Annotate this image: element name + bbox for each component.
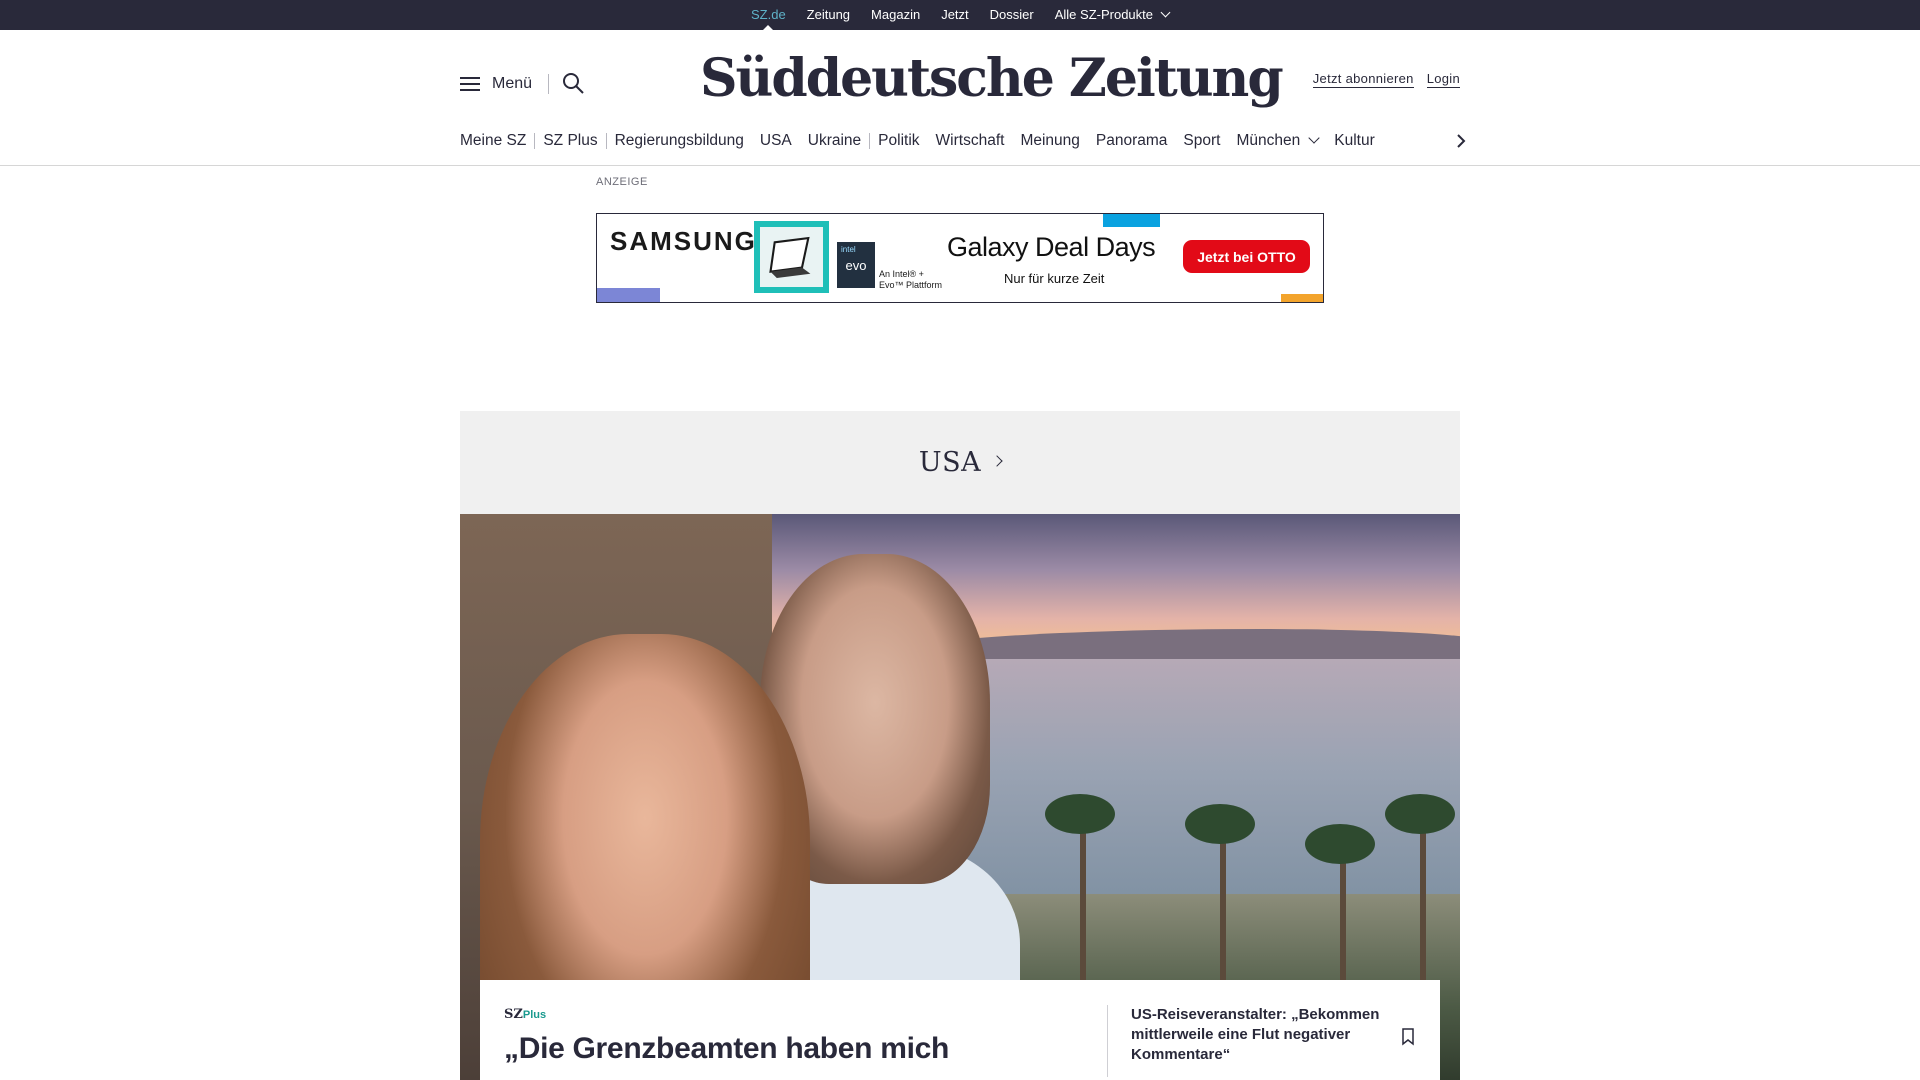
nav-item-ukraine[interactable]: Ukraine	[808, 130, 861, 152]
nav-divider	[605, 133, 607, 149]
product-link-magazin[interactable]: Magazin	[871, 0, 920, 30]
subscribe-link[interactable]: Jetzt abonnieren	[1312, 71, 1414, 88]
nav-item-muenchen[interactable]: München	[1236, 130, 1320, 152]
ad-decor-bar	[1103, 214, 1160, 227]
sz-plus-badge-sz: SZ	[504, 1007, 523, 1022]
ad-cta-button[interactable]: Jetzt bei OTTO	[1183, 240, 1310, 273]
login-link[interactable]: Login	[1426, 71, 1460, 88]
bookmark-icon[interactable]	[1400, 1028, 1416, 1046]
article-headline[interactable]: „Die Grenzbeamten haben mich	[504, 1030, 1104, 1068]
chevron-right-icon	[991, 454, 1003, 467]
related-article-link[interactable]: US-Reiseveranstalter: „Bekommen mittlerw…	[1131, 1005, 1421, 1065]
main-navigation: Meine SZ SZ Plus Regierungsbildung USA U…	[460, 130, 1460, 152]
ad-label: ANZEIGE	[596, 176, 648, 188]
nav-item-muenchen-label: München	[1236, 132, 1301, 149]
all-products-label: Alle SZ-Produkte	[1054, 7, 1153, 22]
search-icon[interactable]	[561, 71, 585, 95]
nav-item-kultur[interactable]: Kultur	[1334, 130, 1375, 152]
evo-note: An Intel® + Evo™ Plattform	[879, 269, 942, 291]
product-link-jetzt[interactable]: Jetzt	[941, 0, 968, 30]
product-link-dossier[interactable]: Dossier	[990, 0, 1034, 30]
evo-text: evo	[845, 258, 867, 273]
chevron-down-icon	[1160, 7, 1171, 18]
nav-item-sport[interactable]: Sport	[1183, 130, 1220, 152]
sz-plus-badge-plus: Plus	[522, 1009, 547, 1021]
chevron-right-icon[interactable]	[1451, 131, 1471, 151]
site-header: Menü Süddeutsche Zeitung Jetzt abonniere…	[0, 30, 1920, 166]
ad-brand: SAMSUNG	[610, 226, 757, 256]
header-divider	[548, 74, 549, 94]
evo-tag: intel	[841, 245, 856, 254]
nav-item-meinung[interactable]: Meinung	[1020, 130, 1079, 152]
menu-button[interactable]: Menü	[460, 72, 532, 96]
evo-note-line: Evo™ Plattform	[879, 280, 943, 290]
all-products-dropdown[interactable]: Alle SZ-Produkte	[1054, 0, 1171, 30]
product-bar: SZ.de Zeitung Magazin Jetzt Dossier Alle…	[0, 0, 1920, 30]
nav-divider	[869, 133, 871, 149]
product-link-zeitung[interactable]: Zeitung	[807, 0, 850, 30]
article-card: SZPlus „Die Grenzbeamten haben mich US-R…	[480, 980, 1440, 1080]
hamburger-icon	[460, 76, 480, 92]
ad-subline: Nur für kurze Zeit	[1004, 271, 1105, 286]
account-links: Jetzt abonnieren Login	[1312, 71, 1460, 88]
ad-decor-bar	[1281, 294, 1323, 302]
nav-item-regierungsbildung[interactable]: Regierungsbildung	[615, 130, 744, 152]
nav-item-usa[interactable]: USA	[760, 130, 792, 152]
nav-item-wirtschaft[interactable]: Wirtschaft	[936, 130, 1005, 152]
nav-item-meine-sz[interactable]: Meine SZ	[460, 130, 526, 152]
nav-item-panorama[interactable]: Panorama	[1096, 130, 1168, 152]
ad-headline: Galaxy Deal Days	[947, 232, 1156, 262]
product-nav: SZ.de Zeitung Magazin Jetzt Dossier Alle…	[0, 0, 1920, 30]
ad-banner[interactable]: SAMSUNG intel evo An Intel® + Evo™ Platt…	[596, 213, 1324, 303]
product-link-szde[interactable]: SZ.de	[751, 0, 786, 30]
section-title: USA	[918, 447, 982, 478]
ad-decor-bar	[597, 288, 660, 302]
menu-label: Menü	[492, 75, 533, 92]
sz-plus-badge: SZPlus	[504, 1007, 546, 1022]
site-logo[interactable]: Süddeutsche Zeitung	[700, 44, 1284, 114]
evo-note-line: An Intel® +	[879, 269, 924, 279]
evo-badge: intel evo	[837, 242, 875, 288]
nav-divider	[534, 133, 536, 149]
card-divider	[1107, 1005, 1108, 1077]
chevron-down-icon	[1308, 132, 1320, 144]
nav-item-sz-plus[interactable]: SZ Plus	[543, 130, 597, 152]
laptop-image	[754, 221, 829, 293]
section-header[interactable]: USA	[460, 411, 1460, 514]
nav-item-politik[interactable]: Politik	[878, 130, 919, 152]
